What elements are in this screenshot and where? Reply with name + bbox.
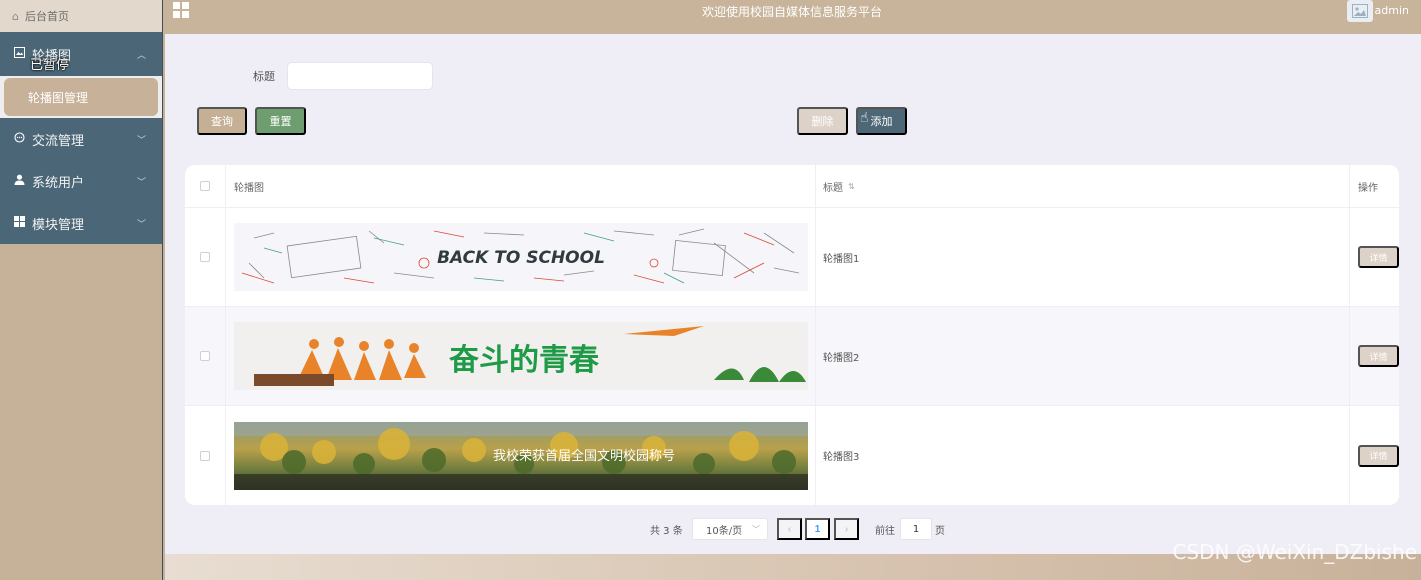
banner-image: BACK TO SCHOOL: [234, 223, 808, 291]
grid-icon: [12, 216, 26, 230]
reset-button[interactable]: 重置: [255, 107, 306, 135]
sidebar-home-label: 后台首页: [24, 10, 69, 23]
chevron-left-icon: ‹: [787, 523, 792, 535]
sidebar-item-system-users-label: 系统用户: [32, 175, 85, 191]
chevron-down-icon: ﹀: [136, 177, 146, 188]
row-title: 轮播图2: [823, 352, 860, 364]
sidebar-item-modules-label: 模块管理: [32, 217, 85, 233]
sidebar-item-communication[interactable]: 交流管理 ﹀: [0, 118, 162, 160]
table-row: BACK TO SCHOOL 轮播图1 详情: [185, 208, 1399, 307]
sidebar: ⌂ 后台首页 轮播图 已暂停 ︿ 轮播图管理 交流管理 ﹀ 系统用户 ﹀ 模块管…: [0, 0, 163, 580]
sidebar-item-modules[interactable]: 模块管理 ﹀: [0, 202, 162, 244]
chevron-down-icon: ﹀: [752, 524, 760, 534]
sidebar-item-carousel[interactable]: 轮播图 已暂停 ︿: [0, 32, 162, 76]
page-size-select[interactable]: 10条/页 ﹀: [692, 518, 768, 540]
delete-button[interactable]: 删除: [797, 107, 848, 135]
search-title-label: 标题: [253, 70, 275, 83]
watermark: CSDN @WeiXin_DZbishe: [1172, 540, 1417, 564]
detail-button[interactable]: 详情: [1358, 345, 1399, 367]
user-name[interactable]: admin: [1375, 4, 1409, 17]
chevron-down-icon: ﹀: [136, 219, 146, 230]
pagination-total: 共 3 条: [650, 526, 683, 537]
column-header-title[interactable]: 标题: [823, 179, 843, 194]
banner-text: BACK TO SCHOOL: [437, 248, 605, 268]
page-size-value: 10条/页: [706, 525, 743, 537]
image-icon: [12, 47, 26, 61]
table-header: 轮播图 标题 ⇅ 操作: [185, 165, 1399, 208]
goto-page-input[interactable]: 1: [900, 518, 932, 540]
prev-page-button[interactable]: ‹: [777, 518, 802, 540]
row-checkbox[interactable]: [200, 351, 210, 361]
main-content: 标题 查询 重置 删除 添加 ☝ 轮播图 标题 ⇅ 操作 BACK TO SCH…: [165, 34, 1421, 554]
detail-button[interactable]: 详情: [1358, 444, 1399, 467]
table-row: 我校荣获首届全国文明校园称号 轮播图3 详情: [185, 406, 1399, 505]
detail-button[interactable]: 详情: [1358, 246, 1399, 268]
column-header-operation: 操作: [1358, 182, 1378, 194]
banner-text: 奋斗的青春: [449, 343, 599, 378]
paused-tag: 已暂停: [30, 58, 70, 73]
select-all-checkbox[interactable]: [200, 181, 210, 191]
page-title: 欢迎使用校园自媒体信息服务平台: [701, 5, 882, 19]
avatar-image-icon: [1352, 4, 1368, 18]
youth-banner: 奋斗的青春: [254, 326, 806, 386]
back-to-school-banner: BACK TO SCHOOL: [241, 228, 800, 284]
pointer-cursor-icon: ☝: [860, 110, 869, 126]
home-icon: ⌂: [12, 9, 19, 23]
row-checkbox[interactable]: [200, 252, 210, 262]
sort-icon[interactable]: ⇅: [848, 182, 855, 191]
column-header-image: 轮播图: [234, 182, 264, 194]
banner-image: 奋斗的青春: [234, 322, 808, 390]
sidebar-item-home[interactable]: ⌂ 后台首页: [0, 0, 162, 32]
row-checkbox[interactable]: [200, 450, 210, 461]
carousel-table: 轮播图 标题 ⇅ 操作 BACK TO SCHOOL 轮播图1 详情 奋斗的青春…: [185, 165, 1399, 505]
sidebar-item-system-users[interactable]: 系统用户 ﹀: [0, 160, 162, 202]
submenu: 轮播图管理: [0, 76, 162, 118]
query-button[interactable]: 查询: [197, 107, 247, 135]
sidebar-item-communication-label: 交流管理: [32, 133, 85, 149]
chat-icon: [12, 132, 26, 146]
campus-banner: 我校荣获首届全国文明校园称号: [234, 421, 808, 490]
chevron-up-icon: ︿: [136, 50, 146, 61]
chevron-right-icon: ›: [844, 523, 849, 535]
search-title-input[interactable]: [287, 62, 433, 90]
sidebar-menu: 轮播图 已暂停 ︿ 轮播图管理 交流管理 ﹀ 系统用户 ﹀ 模块管理 ﹀: [0, 32, 162, 244]
row-title: 轮播图1: [823, 253, 860, 265]
page-number-current[interactable]: 1: [805, 518, 830, 540]
user-icon: [12, 174, 26, 188]
topbar: 欢迎使用校园自媒体信息服务平台 admin: [163, 0, 1421, 34]
table-row: 奋斗的青春 轮播图2 详情: [185, 307, 1399, 406]
pagination: 共 3 条 10条/页 ﹀ ‹ 1 › 前往 1 页: [165, 518, 1421, 540]
sidebar-item-carousel-management[interactable]: 轮播图管理: [4, 78, 158, 116]
goto-label: 前往: [875, 526, 895, 537]
next-page-button[interactable]: ›: [834, 518, 859, 540]
row-title: 轮播图3: [823, 452, 860, 463]
banner-image: 我校荣获首届全国文明校园称号: [234, 421, 808, 490]
chevron-down-icon: ﹀: [136, 135, 146, 146]
goto-unit-label: 页: [935, 526, 945, 537]
avatar[interactable]: [1347, 0, 1373, 22]
banner-text: 我校荣获首届全国文明校园称号: [493, 448, 675, 464]
